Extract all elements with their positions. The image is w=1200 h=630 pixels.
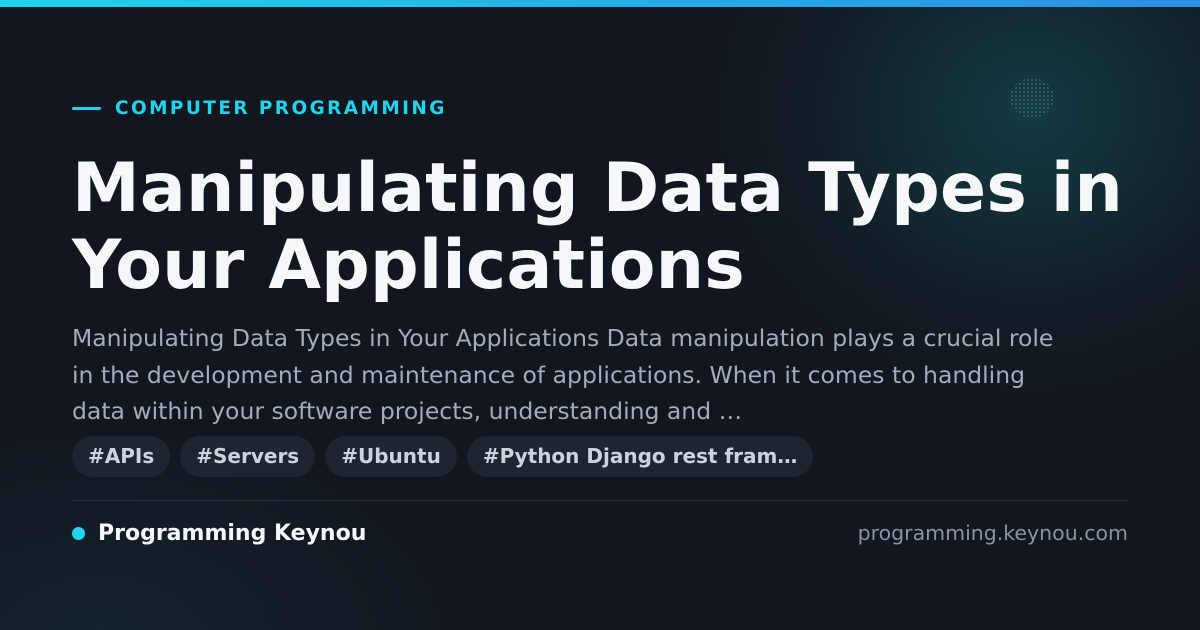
tag-servers[interactable]: #Servers <box>180 436 316 477</box>
category-label: COMPUTER PROGRAMMING <box>115 97 447 119</box>
brand-name: Programming Keynou <box>98 520 367 546</box>
dash-icon <box>72 106 101 110</box>
social-card: COMPUTER PROGRAMMING Manipulating Data T… <box>0 0 1200 630</box>
article-title: Manipulating Data Types in Your Applicat… <box>72 149 1124 305</box>
site-domain: programming.keynou.com <box>857 521 1128 545</box>
accent-top-bar <box>0 0 1200 7</box>
tag-ubuntu[interactable]: #Ubuntu <box>325 436 457 477</box>
brand: Programming Keynou <box>72 519 366 547</box>
category-eyebrow: COMPUTER PROGRAMMING <box>72 96 447 120</box>
dot-pattern-decoration <box>1010 78 1054 118</box>
divider <box>72 500 1129 501</box>
brand-dot-icon <box>72 526 85 540</box>
tag-list: #APIs #Servers #Ubuntu #Python Django re… <box>72 436 814 477</box>
article-excerpt: Manipulating Data Types in Your Applicat… <box>72 324 1054 425</box>
tag-apis[interactable]: #APIs <box>72 436 171 477</box>
tag-python-django[interactable]: #Python Django rest fram… <box>466 436 814 477</box>
